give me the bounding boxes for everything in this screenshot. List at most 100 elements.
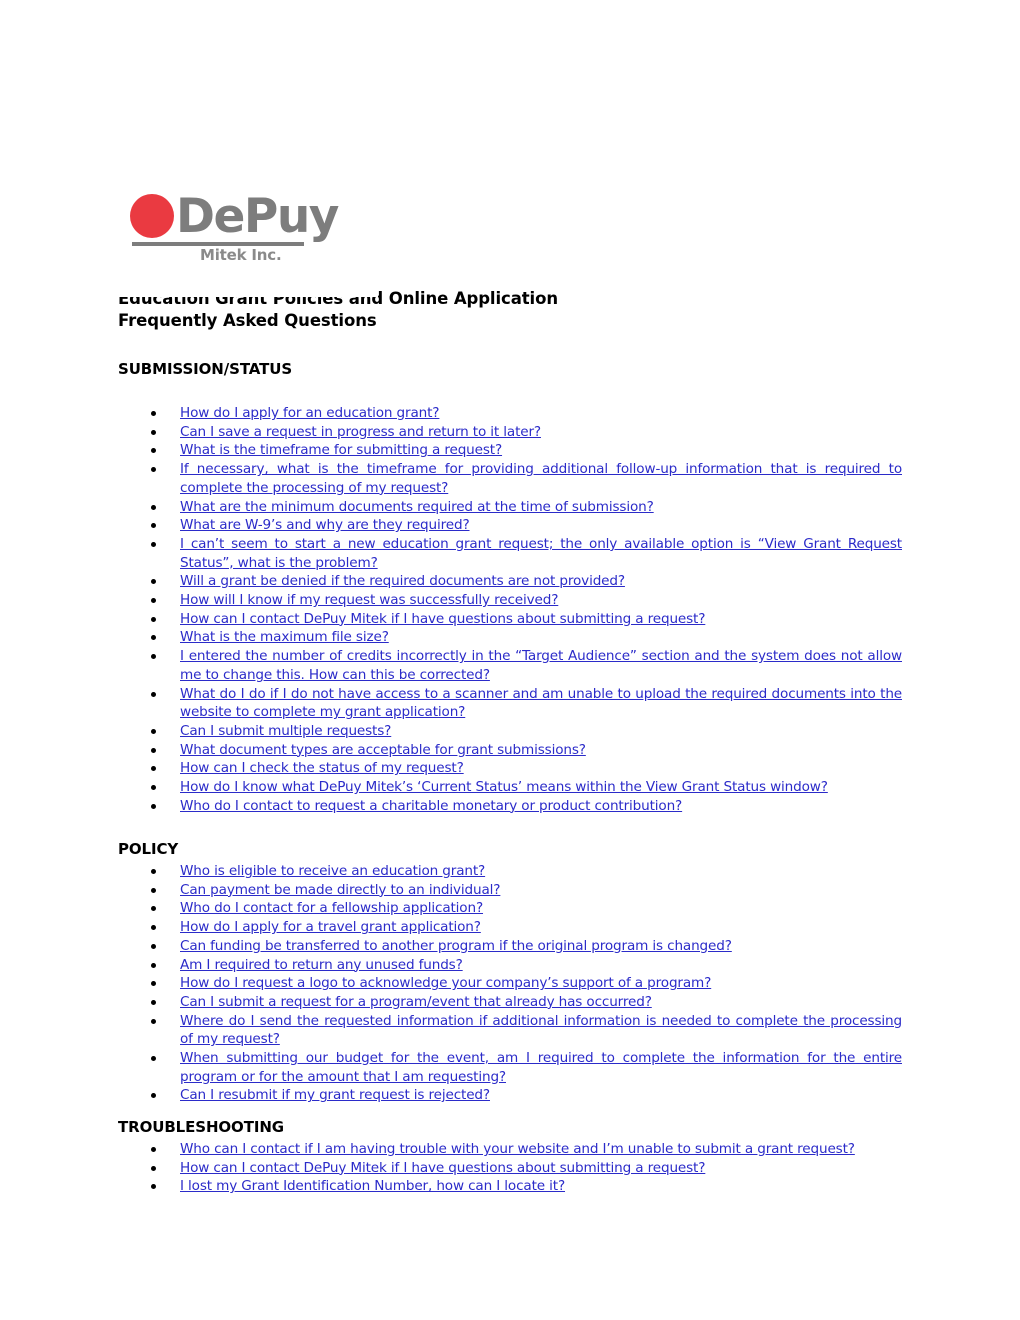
bullet-icon <box>151 1165 156 1171</box>
list-item[interactable]: Can I submit multiple requests? <box>118 722 902 741</box>
bullet-icon <box>151 691 156 697</box>
list-item[interactable]: How do I request a logo to acknowledge y… <box>118 974 902 993</box>
faq-link[interactable]: How do I know what DePuy Mitek’s ‘Curren… <box>180 778 902 797</box>
list-item[interactable]: Who do I contact to request a charitable… <box>118 797 902 816</box>
faq-link[interactable]: How can I contact DePuy Mitek if I have … <box>180 1159 902 1178</box>
faq-link[interactable]: Who do I contact for a fellowship applic… <box>180 899 902 918</box>
faq-list-troubleshooting: Who can I contact if I am having trouble… <box>118 1140 902 1196</box>
faq-list-policy: Who is eligible to receive an education … <box>118 862 902 1105</box>
bullet-icon <box>151 887 156 893</box>
faq-link[interactable]: I lost my Grant Identification Number, h… <box>180 1177 902 1196</box>
bullet-icon <box>151 728 156 734</box>
faq-link[interactable]: How do I apply for an education grant? <box>180 404 902 423</box>
bullet-icon <box>151 803 156 809</box>
list-item[interactable]: What do I do if I do not have access to … <box>118 685 902 722</box>
bullet-icon <box>151 541 156 547</box>
faq-link[interactable]: I can’t seem to start a new education gr… <box>180 535 902 572</box>
list-item[interactable]: Am I required to return any unused funds… <box>118 956 902 975</box>
logo-wordmark: DePuy <box>176 188 339 244</box>
section-submission-status: SUBMISSION/STATUS How do I apply for an … <box>118 360 902 815</box>
faq-link[interactable]: Where do I send the requested informatio… <box>180 1012 902 1049</box>
list-item[interactable]: I can’t seem to start a new education gr… <box>118 535 902 572</box>
list-item[interactable]: What is the maximum file size? <box>118 628 902 647</box>
faq-link[interactable]: What do I do if I do not have access to … <box>180 685 902 722</box>
faq-link[interactable]: Who do I contact to request a charitable… <box>180 797 902 816</box>
list-item[interactable]: I lost my Grant Identification Number, h… <box>118 1177 902 1196</box>
bullet-icon <box>151 747 156 753</box>
faq-link[interactable]: When submitting our budget for the event… <box>180 1049 902 1086</box>
faq-link[interactable]: What are the minimum documents required … <box>180 498 902 517</box>
faq-link[interactable]: If necessary, what is the timeframe for … <box>180 460 902 497</box>
faq-link[interactable]: How will I know if my request was succes… <box>180 591 902 610</box>
list-item[interactable]: Who is eligible to receive an education … <box>118 862 902 881</box>
faq-link[interactable]: How do I apply for a travel grant applic… <box>180 918 902 937</box>
list-item[interactable]: Will a grant be denied if the required d… <box>118 572 902 591</box>
faq-link[interactable]: I entered the number of credits incorrec… <box>180 647 902 684</box>
list-item[interactable]: I entered the number of credits incorrec… <box>118 647 902 684</box>
bullet-icon <box>151 1056 156 1062</box>
faq-link[interactable]: What are W-9’s and why are they required… <box>180 516 902 535</box>
bullet-icon <box>151 1147 156 1152</box>
bullet-icon <box>151 981 156 987</box>
bullet-icon <box>151 429 156 435</box>
faq-link[interactable]: Can I save a request in progress and ret… <box>180 423 902 442</box>
faq-link[interactable]: How can I check the status of my request… <box>180 759 902 778</box>
faq-link[interactable]: Will a grant be denied if the required d… <box>180 572 902 591</box>
faq-link[interactable]: Can funding be transferred to another pr… <box>180 937 902 956</box>
list-item[interactable]: Who do I contact for a fellowship applic… <box>118 899 902 918</box>
bullet-icon <box>151 1184 156 1190</box>
bullet-icon <box>151 411 156 416</box>
section-heading: SUBMISSION/STATUS <box>118 360 293 378</box>
bullet-icon <box>151 448 156 454</box>
list-item[interactable]: What are W-9’s and why are they required… <box>118 516 902 535</box>
list-item[interactable]: Can I save a request in progress and ret… <box>118 423 902 442</box>
logo-wordmark-row: DePuy <box>130 188 339 244</box>
list-item[interactable]: How can I contact DePuy Mitek if I have … <box>118 1159 902 1178</box>
bullet-icon <box>151 467 156 473</box>
bullet-icon <box>151 635 156 641</box>
bullet-icon <box>151 925 156 931</box>
faq-link[interactable]: Can I submit a request for a program/eve… <box>180 993 902 1012</box>
bullet-icon <box>151 766 156 772</box>
faq-list-submission-status: How do I apply for an education grant? C… <box>118 404 902 815</box>
list-item[interactable]: Can payment be made directly to an indiv… <box>118 881 902 900</box>
faq-link[interactable]: Who can I contact if I am having trouble… <box>180 1140 902 1159</box>
faq-link[interactable]: What is the maximum file size? <box>180 628 902 647</box>
section-policy: POLICY Who is eligible to receive an edu… <box>118 840 902 1105</box>
faq-link[interactable]: Am I required to return any unused funds… <box>180 956 902 975</box>
bullet-icon <box>151 869 156 874</box>
faq-link[interactable]: Can I resubmit if my grant request is re… <box>180 1086 902 1105</box>
faq-link[interactable]: What document types are acceptable for g… <box>180 741 902 760</box>
faq-link[interactable]: Can payment be made directly to an indiv… <box>180 881 902 900</box>
bullet-icon <box>151 943 156 949</box>
bullet-icon <box>151 523 156 529</box>
list-item[interactable]: How do I apply for an education grant? <box>118 404 902 423</box>
list-item[interactable]: How do I know what DePuy Mitek’s ‘Curren… <box>118 778 902 797</box>
list-item[interactable]: What document types are acceptable for g… <box>118 741 902 760</box>
list-item[interactable]: Can I submit a request for a program/eve… <box>118 993 902 1012</box>
faq-link[interactable]: What is the timeframe for submitting a r… <box>180 441 902 460</box>
faq-link[interactable]: Who is eligible to receive an education … <box>180 862 902 881</box>
list-item[interactable]: How will I know if my request was succes… <box>118 591 902 610</box>
document-title-line-2: Frequently Asked Questions <box>118 311 377 330</box>
section-troubleshooting: TROUBLESHOOTING Who can I contact if I a… <box>118 1118 902 1196</box>
list-item[interactable]: Where do I send the requested informatio… <box>118 1012 902 1049</box>
bullet-icon <box>151 906 156 912</box>
list-item[interactable]: If necessary, what is the timeframe for … <box>118 460 902 497</box>
section-heading: POLICY <box>118 840 179 858</box>
list-item[interactable]: Can funding be transferred to another pr… <box>118 937 902 956</box>
list-item[interactable]: How can I check the status of my request… <box>118 759 902 778</box>
list-item[interactable]: Can I resubmit if my grant request is re… <box>118 1086 902 1105</box>
list-item[interactable]: When submitting our budget for the event… <box>118 1049 902 1086</box>
faq-link[interactable]: Can I submit multiple requests? <box>180 722 902 741</box>
bullet-icon <box>151 999 156 1005</box>
list-item[interactable]: What are the minimum documents required … <box>118 498 902 517</box>
document-page: Education Grant Policies and Online Appl… <box>0 0 1020 1320</box>
faq-link[interactable]: How can I contact DePuy Mitek if I have … <box>180 610 902 629</box>
list-item[interactable]: What is the timeframe for submitting a r… <box>118 441 902 460</box>
faq-link[interactable]: How do I request a logo to acknowledge y… <box>180 974 902 993</box>
list-item[interactable]: How do I apply for a travel grant applic… <box>118 918 902 937</box>
list-item[interactable]: Who can I contact if I am having trouble… <box>118 1140 902 1159</box>
red-circle-icon <box>130 194 174 238</box>
list-item[interactable]: How can I contact DePuy Mitek if I have … <box>118 610 902 629</box>
